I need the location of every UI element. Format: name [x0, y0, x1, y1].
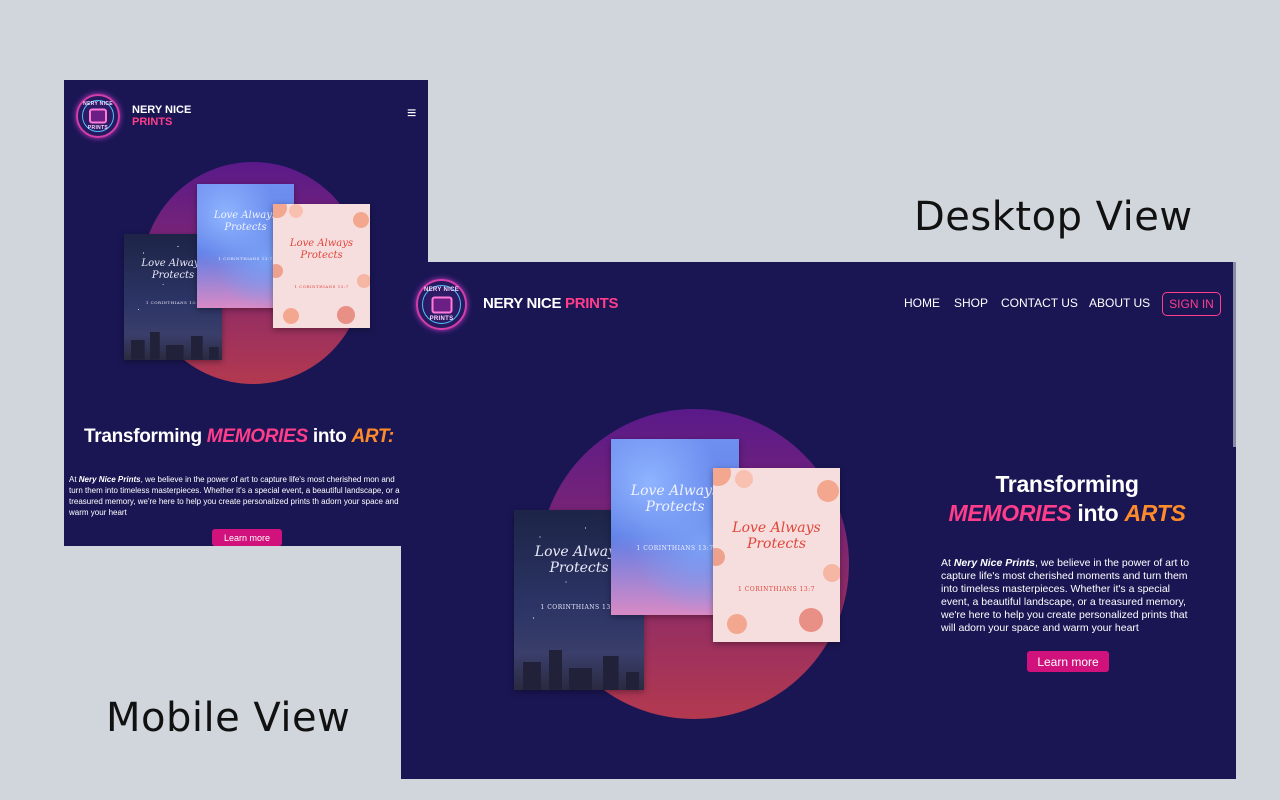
learn-more-button[interactable]: Learn more	[212, 529, 282, 546]
desktop-view-caption: Desktop View	[914, 194, 1193, 240]
hero-paragraph: At Nery Nice Prints, we believe in the p…	[941, 557, 1190, 634]
print-card-pink: Love Always Protects 1 CORINTHIANS 13:7	[713, 468, 840, 642]
nav-contact-us[interactable]: CONTACT US	[1001, 296, 1078, 310]
nav-shop[interactable]: SHOP	[954, 296, 988, 310]
scrollbar[interactable]	[1233, 262, 1236, 447]
print-card-pink: Love Always Protects 1 CORINTHIANS 13:7	[273, 204, 370, 328]
sign-in-button[interactable]: SIGN IN	[1162, 292, 1221, 316]
hero-headline: Transforming MEMORIES into ARTS	[948, 471, 1186, 526]
hero-headline: Transforming MEMORIES into ART:	[84, 426, 394, 447]
hero-paragraph: At Nery Nice Prints, we believe in the p…	[69, 475, 400, 517]
hamburger-menu-icon[interactable]: ≡	[407, 106, 416, 122]
brand-name[interactable]: NERY NICE PRINTS	[483, 295, 619, 312]
logo-icon[interactable]: NERY NICE PRINTS	[76, 94, 120, 138]
nav-about-us[interactable]: ABOUT US	[1089, 296, 1150, 310]
learn-more-button[interactable]: Learn more	[1027, 651, 1109, 672]
logo-icon[interactable]: NERY NICE PRINTS	[416, 279, 467, 330]
nav-home[interactable]: HOME	[904, 296, 940, 310]
desktop-screenshot: NERY NICE PRINTS NERY NICE PRINTS HOME S…	[401, 262, 1236, 779]
mobile-screenshot: NERY NICE PRINTS NERY NICE PRINTS ≡ Love…	[64, 80, 428, 546]
brand-name[interactable]: NERY NICE PRINTS	[132, 104, 191, 128]
mobile-view-caption: Mobile View	[106, 695, 351, 741]
